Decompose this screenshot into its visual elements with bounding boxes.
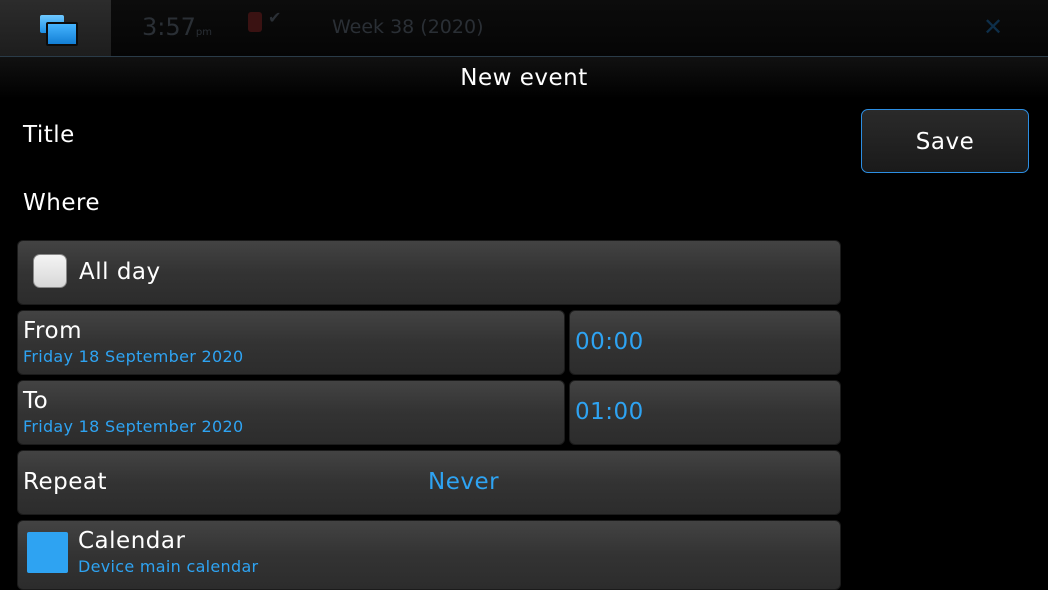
all-day-row[interactable]: All day xyxy=(17,240,841,305)
from-date-row[interactable]: From Friday 18 September 2020 xyxy=(17,310,565,375)
to-date: Friday 18 September 2020 xyxy=(23,417,244,436)
status-clock: 3:57pm xyxy=(142,13,212,41)
where-field[interactable]: Where xyxy=(23,190,100,216)
calendar-row[interactable]: Calendar Device main calendar xyxy=(17,520,841,590)
repeat-row[interactable]: Repeat Never xyxy=(17,450,841,515)
save-button[interactable]: Save xyxy=(861,109,1029,173)
all-day-label: All day xyxy=(79,259,161,285)
calendar-value: Device main calendar xyxy=(78,557,259,576)
clock-time: 3:57 xyxy=(142,13,196,41)
calendar-label: Calendar xyxy=(78,528,186,554)
repeat-value: Never xyxy=(428,469,500,495)
from-date: Friday 18 September 2020 xyxy=(23,347,244,366)
window-switcher-icon-front xyxy=(46,22,78,46)
to-date-row[interactable]: To Friday 18 September 2020 xyxy=(17,380,565,445)
from-time: 00:00 xyxy=(575,329,644,355)
title-field[interactable]: Title xyxy=(23,122,75,148)
task-switcher-button[interactable] xyxy=(0,0,111,56)
to-label: To xyxy=(23,388,49,414)
battery-icon xyxy=(248,12,262,32)
status-week: Week 38 (2020) xyxy=(332,16,484,38)
page-title: New event xyxy=(0,57,1048,99)
clock-ampm: pm xyxy=(195,27,212,38)
all-day-checkbox[interactable] xyxy=(33,254,67,288)
from-time-row[interactable]: 00:00 xyxy=(569,310,841,375)
from-label: From xyxy=(23,318,82,344)
calendar-color-swatch xyxy=(27,532,68,573)
repeat-label: Repeat xyxy=(23,469,107,495)
close-icon[interactable]: ✕ xyxy=(980,14,1006,40)
status-bar: 3:57pm ✔ Week 38 (2020) ✕ xyxy=(0,0,1048,57)
to-time-row[interactable]: 01:00 xyxy=(569,380,841,445)
checkmark-icon: ✔ xyxy=(268,8,282,27)
to-time: 01:00 xyxy=(575,399,644,425)
